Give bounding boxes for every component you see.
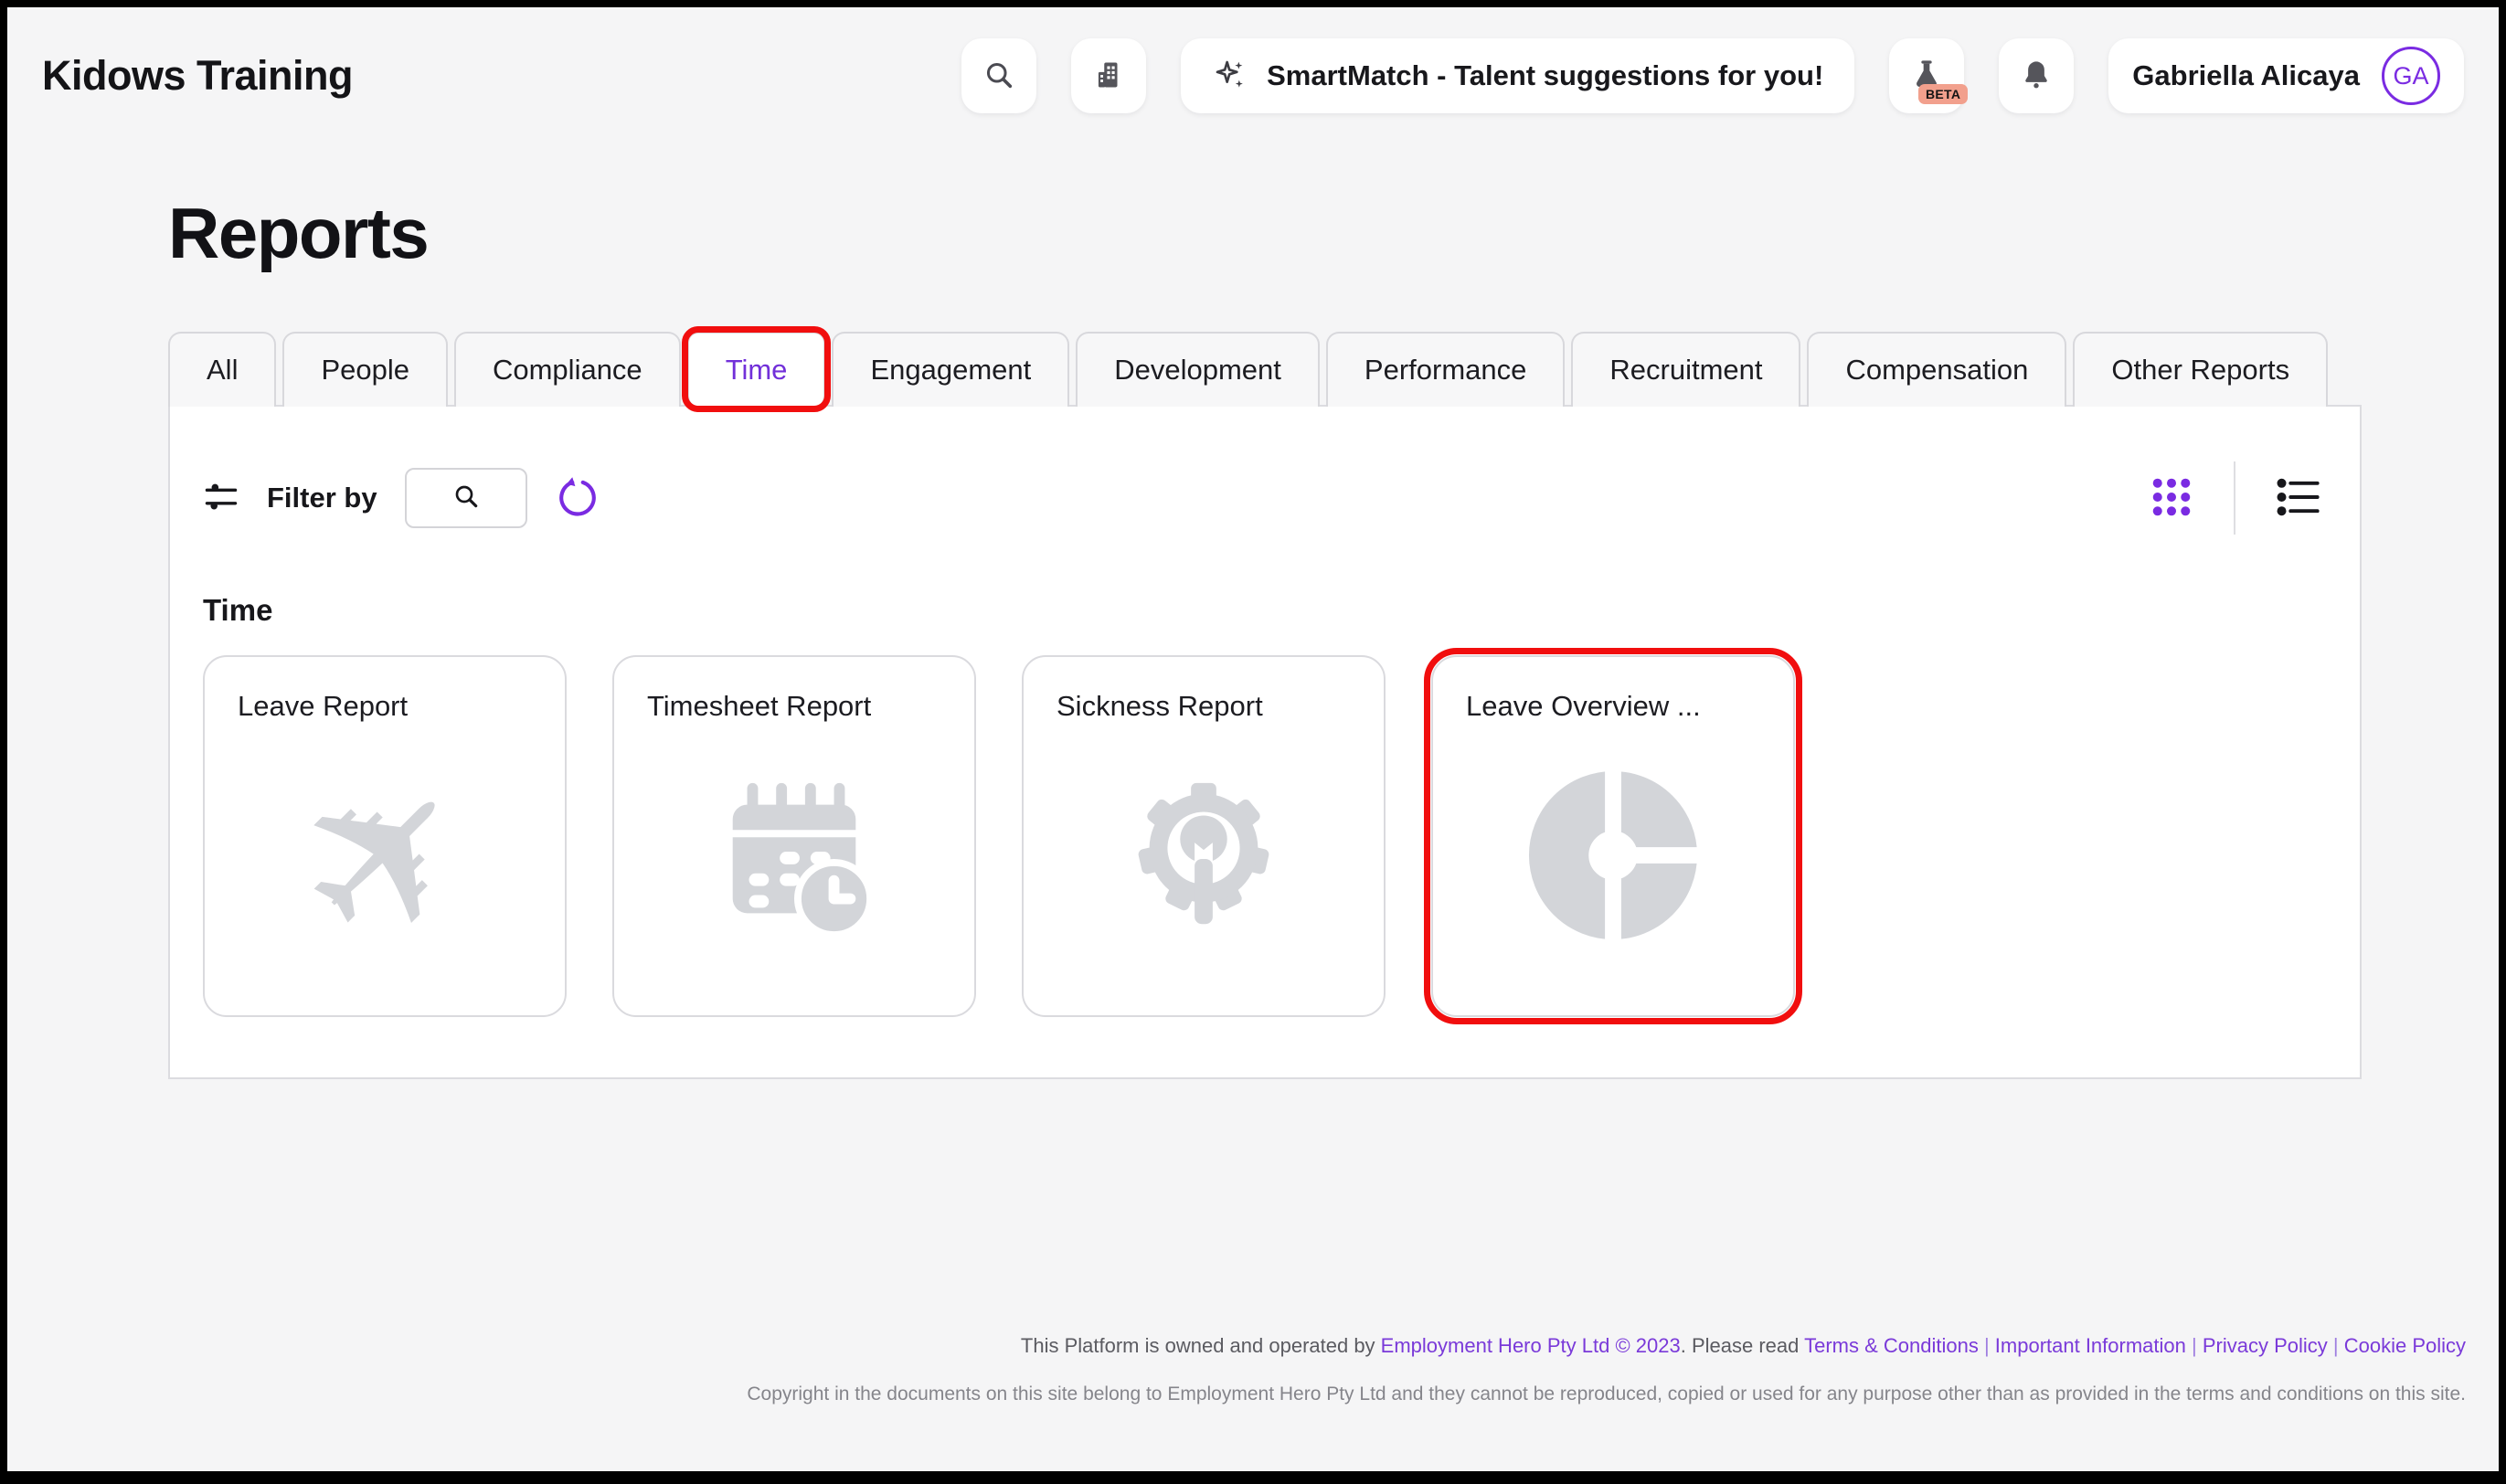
card-leave-report[interactable]: Leave Report ✈ (203, 655, 567, 1017)
main-content: Reports All People Compliance Time Engag… (7, 192, 2499, 1079)
footer-link-terms[interactable]: Terms & Conditions (1804, 1334, 1979, 1357)
tab-compensation[interactable]: Compensation (1807, 332, 2066, 407)
view-switch (2144, 461, 2327, 535)
tab-compliance[interactable]: Compliance (454, 332, 681, 407)
tab-recruitment[interactable]: Recruitment (1571, 332, 1800, 407)
card-timesheet-report[interactable]: Timesheet Report (612, 655, 976, 1017)
topbar: Kidows Training (7, 7, 2499, 144)
user-menu[interactable]: Gabriella Alicaya GA (2108, 38, 2464, 113)
footer-link-company[interactable]: Employment Hero Pty Ltd © 2023 (1381, 1334, 1681, 1357)
footer-link-privacy-policy[interactable]: Privacy Policy (2203, 1334, 2328, 1357)
tab-all[interactable]: All (168, 332, 276, 407)
footer-separator: | (1979, 1334, 1995, 1357)
smartmatch-label: SmartMatch - Talent suggestions for you! (1267, 59, 1823, 92)
page-title: Reports (168, 192, 2362, 275)
beta-badge: BETA (1918, 84, 1968, 104)
user-avatar: GA (2382, 47, 2440, 105)
tab-other-reports[interactable]: Other Reports (2073, 332, 2328, 407)
company-logo[interactable]: Kidows Training (42, 52, 353, 100)
organisation-button[interactable] (1071, 38, 1146, 113)
filter-label: Filter by (267, 482, 377, 514)
card-leave-overview[interactable]: Leave Overview ... (1431, 655, 1795, 1017)
sparkles-icon (1212, 57, 1248, 96)
footer-copyright-line: Copyright in the documents on this site … (747, 1383, 2466, 1405)
section-title: Time (203, 593, 2360, 628)
smartmatch-banner-button[interactable]: SmartMatch - Talent suggestions for you! (1181, 38, 1854, 113)
search-icon (451, 482, 481, 515)
user-name: Gabriella Alicaya (2132, 59, 2360, 92)
tab-engagement[interactable]: Engagement (832, 332, 1069, 407)
topbar-actions: SmartMatch - Talent suggestions for you!… (961, 38, 2464, 113)
building-icon (1091, 58, 1126, 95)
refresh-icon (557, 476, 599, 521)
grid-view-button[interactable] (2144, 474, 2199, 523)
footer: This Platform is owned and operated by E… (747, 1334, 2466, 1405)
tab-people[interactable]: People (282, 332, 448, 407)
search-button[interactable] (961, 38, 1036, 113)
bell-icon (2019, 58, 2054, 95)
filter-toolbar: Filter by (170, 407, 2360, 535)
grid-view-icon (2150, 475, 2193, 522)
toolbar-divider (2234, 461, 2235, 535)
report-cards: Leave Report ✈ Timesheet Report (203, 655, 2360, 1017)
list-view-icon (2276, 475, 2321, 522)
app-window: Kidows Training (7, 7, 2499, 1471)
tab-development[interactable]: Development (1076, 332, 1320, 407)
labs-button[interactable]: BETA (1889, 38, 1964, 113)
footer-text: . Please read (1681, 1334, 1804, 1357)
footer-legal-line: This Platform is owned and operated by E… (747, 1334, 2466, 1358)
report-tabs: All People Compliance Time Engagement De… (168, 332, 2362, 407)
card-title: Leave Report (205, 657, 565, 723)
card-title: Leave Overview ... (1433, 657, 1793, 723)
footer-separator: | (2186, 1334, 2203, 1357)
list-view-button[interactable] (2270, 474, 2327, 523)
card-sickness-report[interactable]: Sickness Report (1022, 655, 1386, 1017)
gear-wrench-icon (1117, 768, 1290, 947)
calendar-clock-icon (707, 768, 881, 947)
plane-icon: ✈ (254, 726, 515, 988)
footer-link-cookie-policy[interactable]: Cookie Policy (2344, 1334, 2466, 1357)
tab-performance[interactable]: Performance (1326, 332, 1565, 407)
filter-tune-icon (203, 478, 239, 519)
card-title: Timesheet Report (614, 657, 974, 723)
tab-time[interactable]: Time (687, 332, 826, 407)
filter-search-input[interactable] (405, 468, 527, 528)
footer-link-important-information[interactable]: Important Information (1995, 1334, 2186, 1357)
card-title: Sickness Report (1024, 657, 1384, 723)
footer-text: This Platform is owned and operated by (1021, 1334, 1381, 1357)
notifications-button[interactable] (1999, 38, 2074, 113)
donut-chart-icon (1526, 768, 1700, 947)
search-icon (982, 58, 1015, 94)
reports-panel: Filter by (168, 405, 2362, 1079)
footer-separator: | (2328, 1334, 2344, 1357)
reset-filters-button[interactable] (555, 475, 600, 521)
